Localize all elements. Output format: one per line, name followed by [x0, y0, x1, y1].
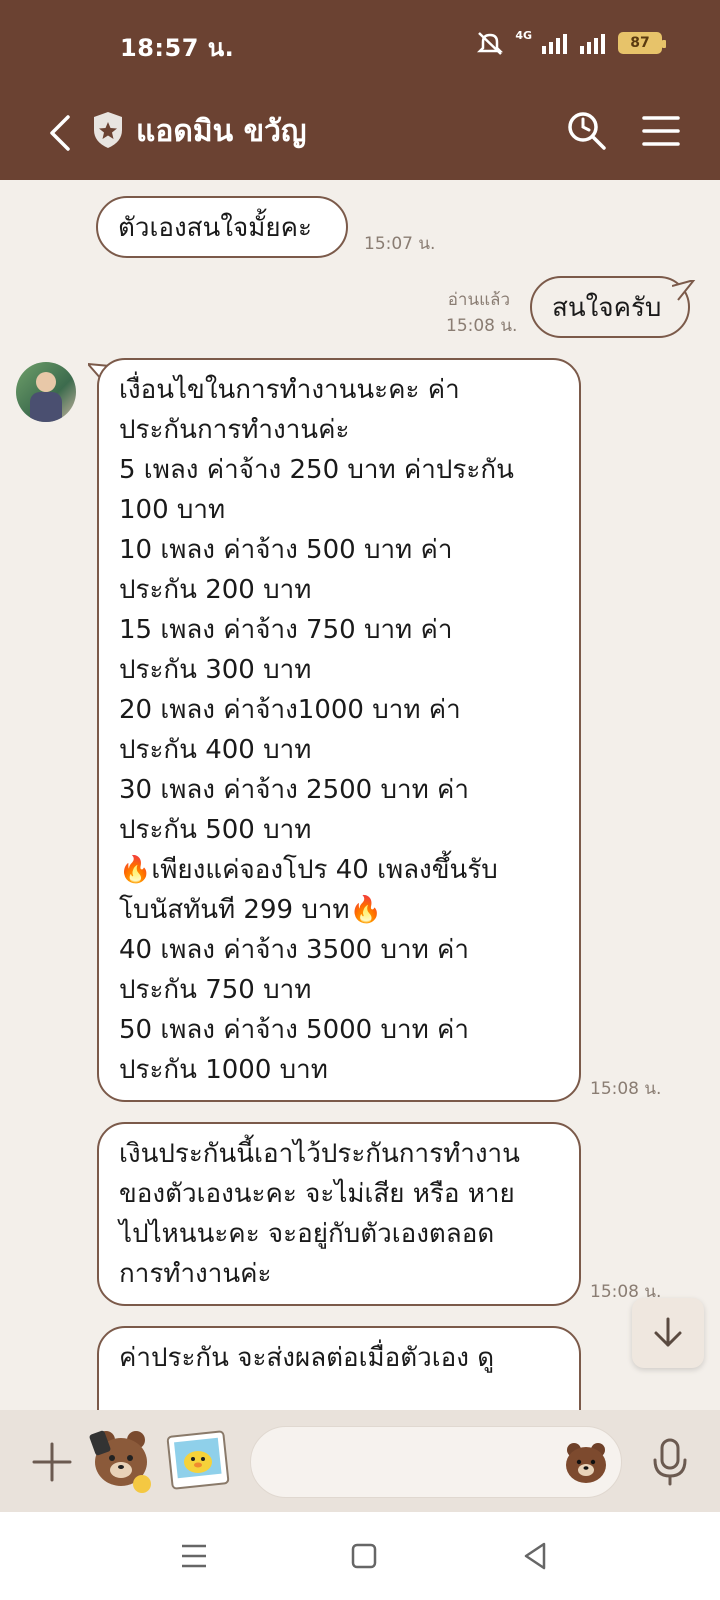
- bear-sticker-icon: [89, 1430, 151, 1493]
- back-icon: [524, 1542, 546, 1570]
- scroll-down-icon: [654, 1317, 682, 1347]
- bubble-tail-right: [672, 280, 696, 301]
- network-type: 4G: [515, 28, 532, 42]
- back-arrow-icon: [50, 115, 70, 151]
- sticker-button-photo[interactable]: [166, 1428, 230, 1492]
- message-bubble-1[interactable]: ตัวเองสนใจมั้ยคะ: [96, 196, 348, 258]
- search-button[interactable]: [562, 106, 612, 156]
- home-icon: [351, 1543, 377, 1569]
- back-button[interactable]: [34, 108, 84, 158]
- signal-icon: [542, 34, 567, 54]
- battery-indicator: 87: [618, 32, 666, 54]
- message-bubble-4[interactable]: เงินประกันนี้เอาไว้ประกันการทำงาน ของตัว…: [97, 1122, 581, 1306]
- sticker-button-bear[interactable]: [86, 1424, 156, 1496]
- message-time-3: 15:08 น.: [590, 1079, 662, 1099]
- system-nav-bar: [0, 1512, 720, 1600]
- scroll-down-button[interactable]: [632, 1298, 704, 1368]
- emoji-button[interactable]: [562, 1438, 610, 1486]
- menu-button[interactable]: [636, 106, 686, 156]
- plus-icon: [32, 1442, 72, 1482]
- recent-apps-button[interactable]: [176, 1538, 212, 1574]
- input-bar: [0, 1410, 720, 1512]
- mute-icon: [477, 32, 504, 55]
- search-icon: [568, 112, 606, 150]
- emoji-icon: [566, 1443, 606, 1483]
- message-bubble-3[interactable]: เงื่อนไขในการทำงานนะคะ ค่า ประกันการทำงา…: [97, 358, 581, 1102]
- recent-apps-icon: [182, 1544, 206, 1568]
- back-nav-button[interactable]: [518, 1538, 554, 1574]
- status-time: 18:57 น.: [120, 34, 235, 62]
- chat-header: แอดมิน ขวัญ: [0, 88, 720, 180]
- mic-icon: [653, 1438, 687, 1486]
- message-time-2: 15:08 น.: [446, 316, 518, 336]
- signal-icon-2: [580, 34, 605, 54]
- mic-button[interactable]: [648, 1436, 692, 1488]
- message-time-1: 15:07 น.: [364, 234, 436, 254]
- chat-title: แอดมิน ขวัญ: [136, 114, 307, 149]
- read-receipt: อ่านแล้ว: [447, 290, 510, 310]
- chat-area[interactable]: ตัวเองสนใจมั้ยคะ 15:07 น. อ่านแล้ว 15:08…: [0, 180, 720, 1410]
- message-bubble-5[interactable]: ค่าประกัน จะส่งผลต่อเมื่อตัวเอง ดู: [97, 1326, 581, 1410]
- photo-sticker-icon: [166, 1430, 230, 1490]
- status-bar: 18:57 น. 4G 87: [0, 0, 720, 88]
- plus-button[interactable]: [30, 1440, 74, 1484]
- avatar[interactable]: [16, 362, 76, 422]
- message-bubble-2[interactable]: สนใจครับ: [530, 276, 690, 338]
- status-icons: 4G 87: [475, 28, 666, 56]
- home-button[interactable]: [346, 1538, 382, 1574]
- menu-icon: [642, 116, 680, 146]
- shield-icon: [94, 112, 122, 148]
